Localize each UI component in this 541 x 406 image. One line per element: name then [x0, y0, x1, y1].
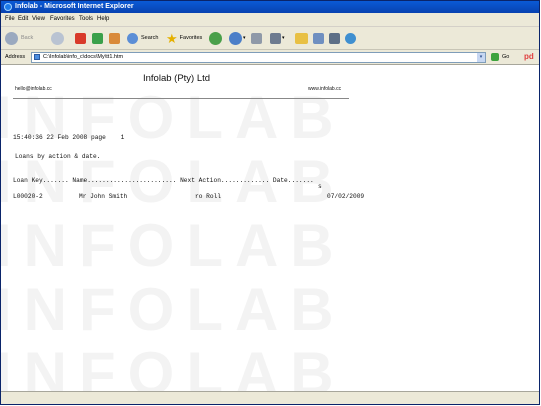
column-headers: Loan Key....... Name....................…: [13, 177, 314, 184]
cell-next-action: ro Roll: [195, 193, 221, 200]
address-input[interactable]: C:\Infolab\info_c\docs\My\tt1.htm ▾: [31, 52, 486, 63]
report-title: Loans by action & date.: [15, 153, 101, 160]
page-icon: [34, 54, 40, 60]
refresh-button[interactable]: [92, 31, 103, 45]
print-button[interactable]: [251, 31, 262, 45]
stop-button[interactable]: [75, 31, 86, 45]
company-website: www.infolab.cc: [308, 86, 342, 92]
menu-favorites[interactable]: Favorites: [50, 13, 75, 26]
search-button[interactable]: Search: [127, 31, 158, 45]
report-document: Infolab (Pty) Ltd hello@infolab.cc www.i…: [1, 65, 539, 392]
address-label: Address: [5, 54, 26, 60]
cell-name: Mr John Smith: [79, 193, 128, 200]
forward-arrow-icon: [51, 31, 64, 45]
menu-tools[interactable]: Tools: [79, 13, 93, 26]
history-button[interactable]: [209, 31, 222, 45]
toolbar-brand-logo: pd: [524, 52, 534, 61]
go-arrow-icon[interactable]: [491, 53, 499, 61]
browser-window: Infolab - Microsoft Internet Explorer Fi…: [0, 0, 540, 405]
search-icon: [127, 32, 138, 44]
address-url: C:\Infolab\info_c\docs\My\tt1.htm: [43, 54, 124, 60]
header-divider: [13, 98, 349, 99]
status-bar: [1, 391, 539, 404]
go-button[interactable]: Go: [502, 50, 509, 64]
page-content: INFOLAB INFOLAB INFOLAB INFOLAB INFOLAB …: [1, 65, 539, 392]
menu-bar: File Edit View Favorites Tools Help: [1, 13, 539, 27]
favorites-button[interactable]: ★ Favorites: [166, 31, 202, 45]
menu-help[interactable]: Help: [97, 13, 109, 26]
title-bar[interactable]: Infolab - Microsoft Internet Explorer: [1, 1, 539, 13]
window-title: Infolab - Microsoft Internet Explorer: [15, 3, 134, 10]
menu-file[interactable]: File: [5, 13, 15, 26]
people-icon: [345, 32, 356, 44]
home-button[interactable]: [109, 31, 120, 45]
research-icon: [313, 32, 324, 44]
back-arrow-icon: [5, 31, 18, 45]
mail-icon: [229, 31, 242, 45]
edit-button[interactable]: ▾: [270, 31, 285, 45]
chevron-down-icon: ▾: [243, 35, 246, 41]
cell-loan-key: L00020-2: [13, 193, 43, 200]
history-icon: [209, 31, 222, 45]
home-icon: [109, 32, 120, 44]
stop-icon: [75, 32, 86, 44]
star-icon: ★: [166, 30, 178, 46]
menu-view[interactable]: View: [32, 13, 45, 26]
messenger-icon: [329, 32, 340, 44]
address-bar: Address C:\Infolab\info_c\docs\My\tt1.ht…: [1, 50, 539, 65]
people-button[interactable]: [345, 31, 356, 45]
forward-button[interactable]: [51, 31, 64, 45]
column-header-wrap: s: [318, 183, 322, 190]
folder-button[interactable]: [295, 31, 308, 45]
menu-edit[interactable]: Edit: [18, 13, 28, 26]
chevron-down-icon: ▾: [282, 35, 285, 41]
mail-button[interactable]: ▾: [229, 31, 246, 45]
folder-icon: [295, 32, 308, 44]
ie-logo-icon: [4, 3, 12, 11]
report-timestamp: 15:40:36 22 Feb 2008 page 1: [13, 134, 125, 141]
toolbar: Back Search ★ Favorites ▾ ▾: [1, 27, 539, 50]
refresh-icon: [92, 32, 103, 44]
research-button[interactable]: [313, 31, 324, 45]
company-name: Infolab (Pty) Ltd: [143, 73, 211, 84]
chevron-down-icon[interactable]: ▾: [477, 53, 485, 62]
print-icon: [251, 32, 262, 44]
edit-icon: [270, 32, 281, 44]
back-button[interactable]: Back: [5, 31, 33, 45]
company-email: hello@infolab.cc: [15, 86, 52, 92]
cell-date: 07/02/2009: [327, 193, 365, 200]
messenger-button[interactable]: [329, 31, 340, 45]
